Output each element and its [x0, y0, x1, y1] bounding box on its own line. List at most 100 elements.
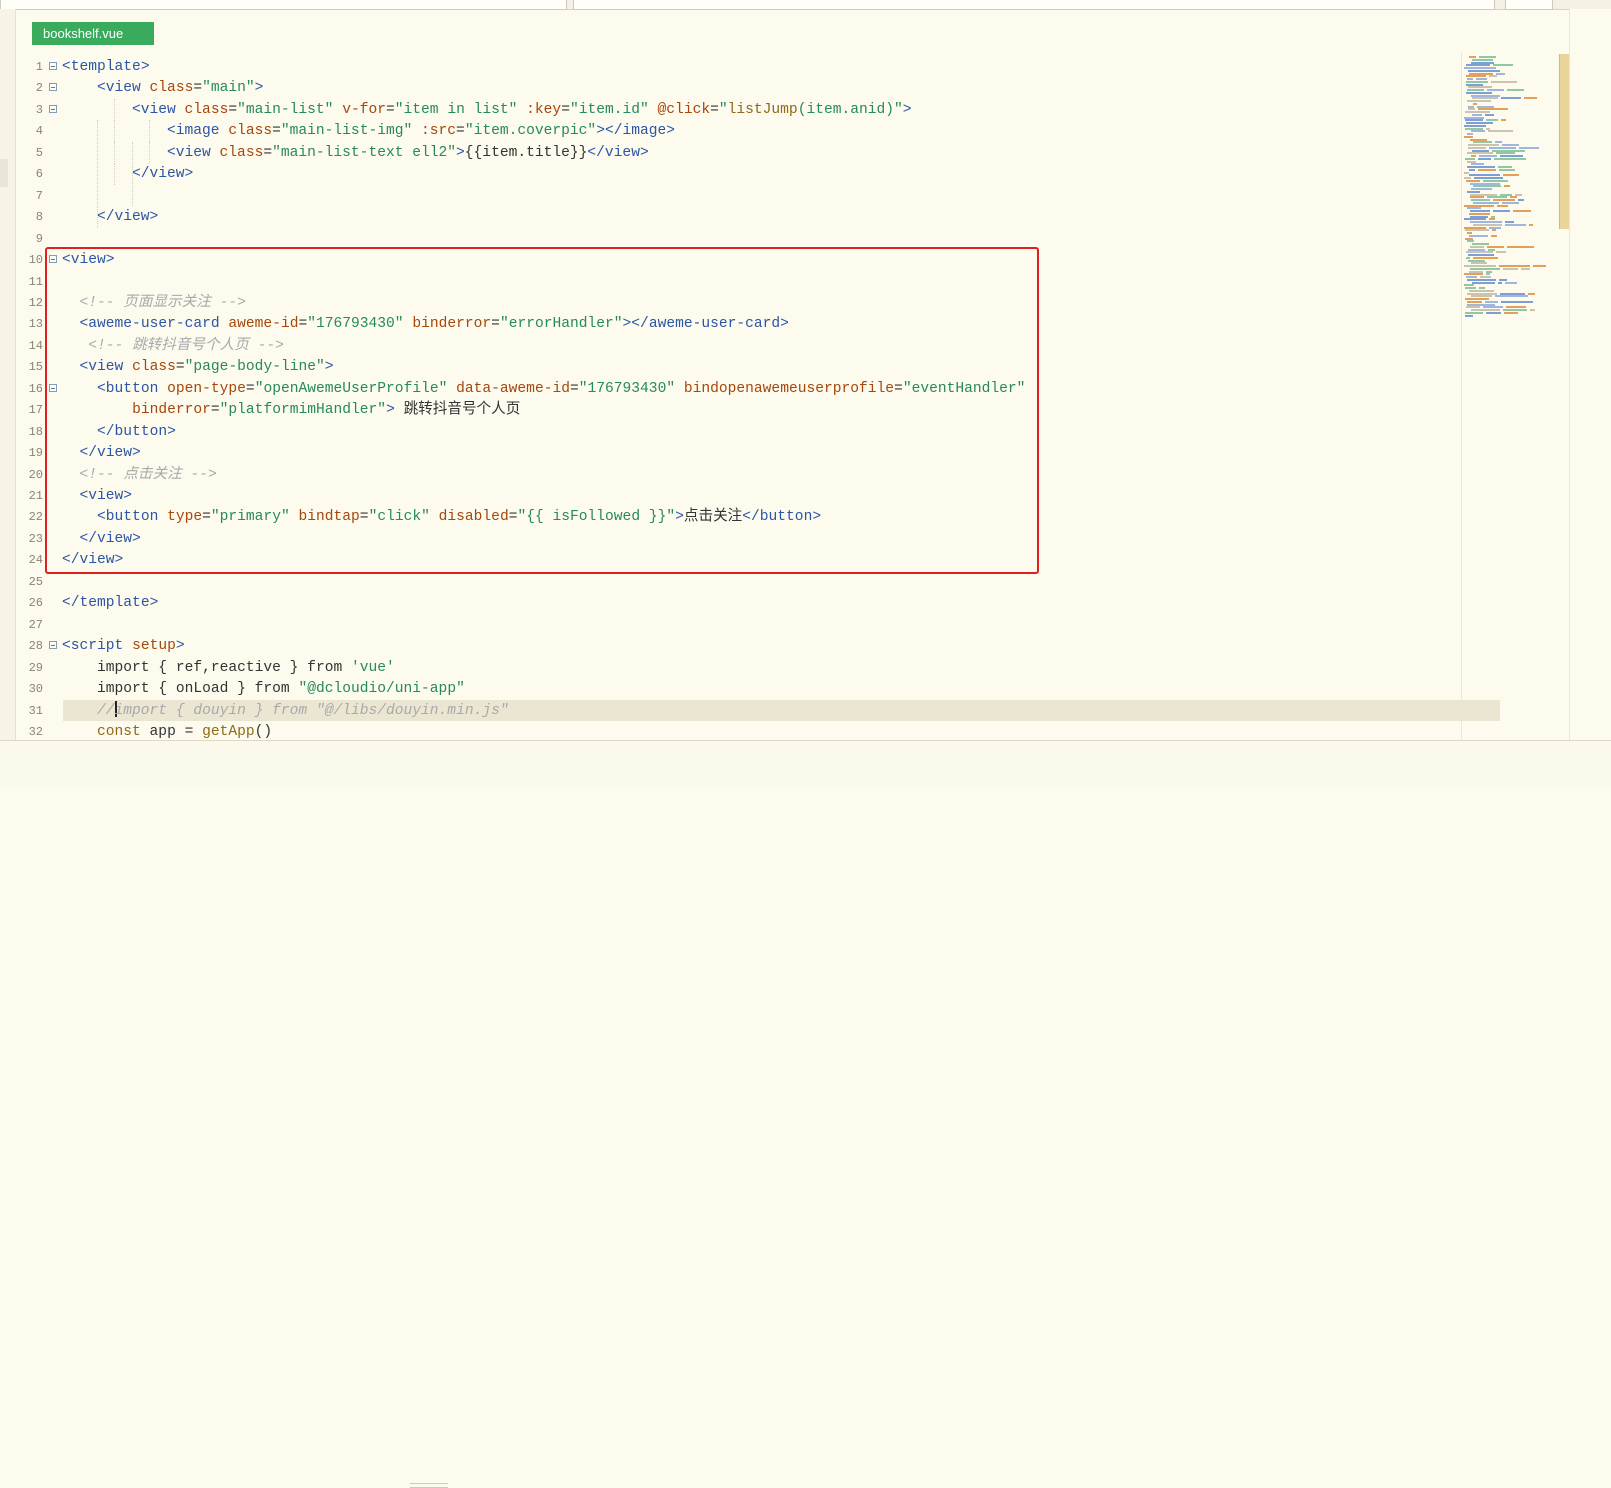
- minimap-line: [1467, 292, 1497, 295]
- code-line[interactable]: 24 </view>: [15, 549, 1500, 571]
- code-token: :src: [421, 123, 457, 140]
- minimap-line: [1473, 223, 1502, 226]
- minimap-line: [1470, 182, 1500, 185]
- minimap-line: [1510, 196, 1517, 199]
- line-number: 5: [35, 145, 43, 160]
- code-line[interactable]: 31 //import { douyin } from "@/libs/douyi…: [15, 699, 1500, 722]
- code-token: import { ref,reactive } from: [97, 659, 351, 676]
- code-line[interactable]: 18 </button>: [15, 421, 1500, 443]
- code-token: =: [202, 509, 211, 526]
- horizontal-scroll-handle[interactable]: [410, 1483, 448, 1488]
- code-text: </view>: [97, 206, 158, 228]
- code-token: "platformimHandler": [219, 402, 387, 419]
- minimap-line: [1469, 56, 1476, 58]
- code-text: <view class="main-list-text ell2">{{item…: [167, 142, 649, 164]
- minimap-line: [1496, 72, 1505, 75]
- minimap-line: [1464, 67, 1496, 69]
- minimap-line: [1465, 314, 1473, 317]
- minimap-line: [1465, 111, 1490, 113]
- code-line[interactable]: 20 <!-- 点击关注 -->: [15, 464, 1500, 486]
- search-field[interactable]: [573, 0, 1495, 10]
- fold-toggle-icon[interactable]: [49, 641, 57, 650]
- minimap-line: [1498, 166, 1512, 168]
- code-line[interactable]: 10 <view>: [15, 249, 1500, 271]
- code-line[interactable]: 14 <!-- 跳转抖音号个人页 -->: [15, 335, 1500, 357]
- code-line[interactable]: 17 binderror="platformimHandler"> 跳转抖音号个…: [15, 399, 1500, 421]
- code-token: =: [210, 402, 220, 419]
- code-line[interactable]: 11: [15, 271, 1500, 293]
- code-line[interactable]: 27: [15, 614, 1500, 636]
- code-line[interactable]: 2 <view class="main">: [15, 77, 1500, 99]
- code-line[interactable]: 25: [15, 571, 1500, 593]
- code-line[interactable]: 26 </template>: [15, 592, 1500, 614]
- minimap-line: [1465, 287, 1476, 289]
- code-line[interactable]: 30 import { onLoad } from "@dcloudio/uni-…: [15, 678, 1500, 700]
- minimap-line: [1466, 64, 1490, 67]
- line-number: 22: [28, 510, 43, 525]
- editor-tab-bookshelf[interactable]: bookshelf.vue: [32, 22, 154, 45]
- line-number: 3: [35, 102, 43, 117]
- code-line[interactable]: 12 <!-- 页面显示关注 -->: [15, 292, 1500, 314]
- minimap-line: [1483, 306, 1503, 309]
- minimap-line: [1486, 119, 1498, 122]
- code-line[interactable]: 4 <image class="main-list-img" :src="item…: [15, 120, 1500, 143]
- minimap-line: [1493, 64, 1513, 67]
- minimap-line: [1467, 303, 1495, 306]
- code-line[interactable]: 5 <view class="main-list-text ell2">{{ite…: [15, 141, 1500, 164]
- code-token: </view>: [132, 166, 194, 183]
- minimap-line: [1465, 127, 1483, 130]
- toolbar-button[interactable]: [1505, 0, 1553, 10]
- fold-toggle-icon[interactable]: [49, 62, 57, 70]
- fold-toggle-icon[interactable]: [49, 383, 57, 392]
- code-line[interactable]: 13 <aweme-user-card aweme-id="176793430"…: [15, 313, 1500, 335]
- fold-toggle-icon[interactable]: [49, 83, 57, 92]
- code-line[interactable]: 21 <view>: [15, 485, 1500, 507]
- minimap-line: [1473, 201, 1499, 204]
- code-line[interactable]: 16 <button open-type="openAwemeUserProfi…: [15, 378, 1500, 400]
- code-line[interactable]: 7: [15, 185, 1500, 207]
- code-token: "176793430": [578, 380, 676, 397]
- minimap-line: [1469, 212, 1490, 215]
- minimap-line: [1472, 97, 1498, 100]
- code-token: =: [263, 144, 273, 161]
- code-line[interactable]: 1 <template>: [15, 56, 1500, 78]
- code-line[interactable]: 22 <button type="primary" bindtap="click…: [15, 506, 1500, 528]
- code-line[interactable]: 15 <view class="page-body-line">: [15, 356, 1500, 378]
- minimap-line: [1469, 234, 1488, 237]
- minimap-line: [1468, 69, 1500, 72]
- code-token: <view: [97, 80, 150, 97]
- code-line[interactable]: 19 </view>: [15, 442, 1500, 464]
- code-line[interactable]: 9: [15, 228, 1500, 250]
- minimap-line: [1489, 226, 1501, 229]
- code-line[interactable]: 6 </view>: [15, 163, 1500, 186]
- minimap[interactable]: [1461, 52, 1561, 742]
- minimap-line: [1471, 61, 1494, 64]
- minimap-line: [1468, 86, 1492, 89]
- code-line[interactable]: 8 </view>: [15, 206, 1500, 228]
- minimap-line: [1506, 306, 1526, 309]
- code-line[interactable]: 29 import { ref,reactive } from 'vue': [15, 657, 1500, 679]
- minimap-line: [1466, 251, 1493, 254]
- code-token: <view: [167, 144, 220, 161]
- minimap-line: [1478, 168, 1496, 171]
- line-number: 29: [28, 660, 43, 675]
- code-editor[interactable]: 1 <template> 2 <view class="main"> 3 <view cl…: [15, 56, 1500, 756]
- code-text: //import { douyin } from "@/libs/douyin.…: [97, 700, 509, 722]
- minimap-line: [1466, 306, 1480, 309]
- address-field[interactable]: [0, 0, 567, 10]
- minimap-line: [1464, 218, 1486, 221]
- minimap-line: [1503, 174, 1519, 177]
- fold-toggle-icon[interactable]: [49, 104, 57, 113]
- code-line[interactable]: 28 <script setup>: [15, 635, 1500, 657]
- minimap-line: [1468, 254, 1494, 256]
- code-line[interactable]: 3 <view class="main-list" v-for="item in …: [15, 98, 1500, 121]
- code-token: <button: [97, 380, 168, 397]
- fold-toggle-icon[interactable]: [49, 255, 57, 264]
- code-token: =: [894, 380, 903, 397]
- code-text: <image class="main-list-img" :src="item.…: [167, 120, 675, 142]
- code-line[interactable]: 23 </view>: [15, 528, 1500, 550]
